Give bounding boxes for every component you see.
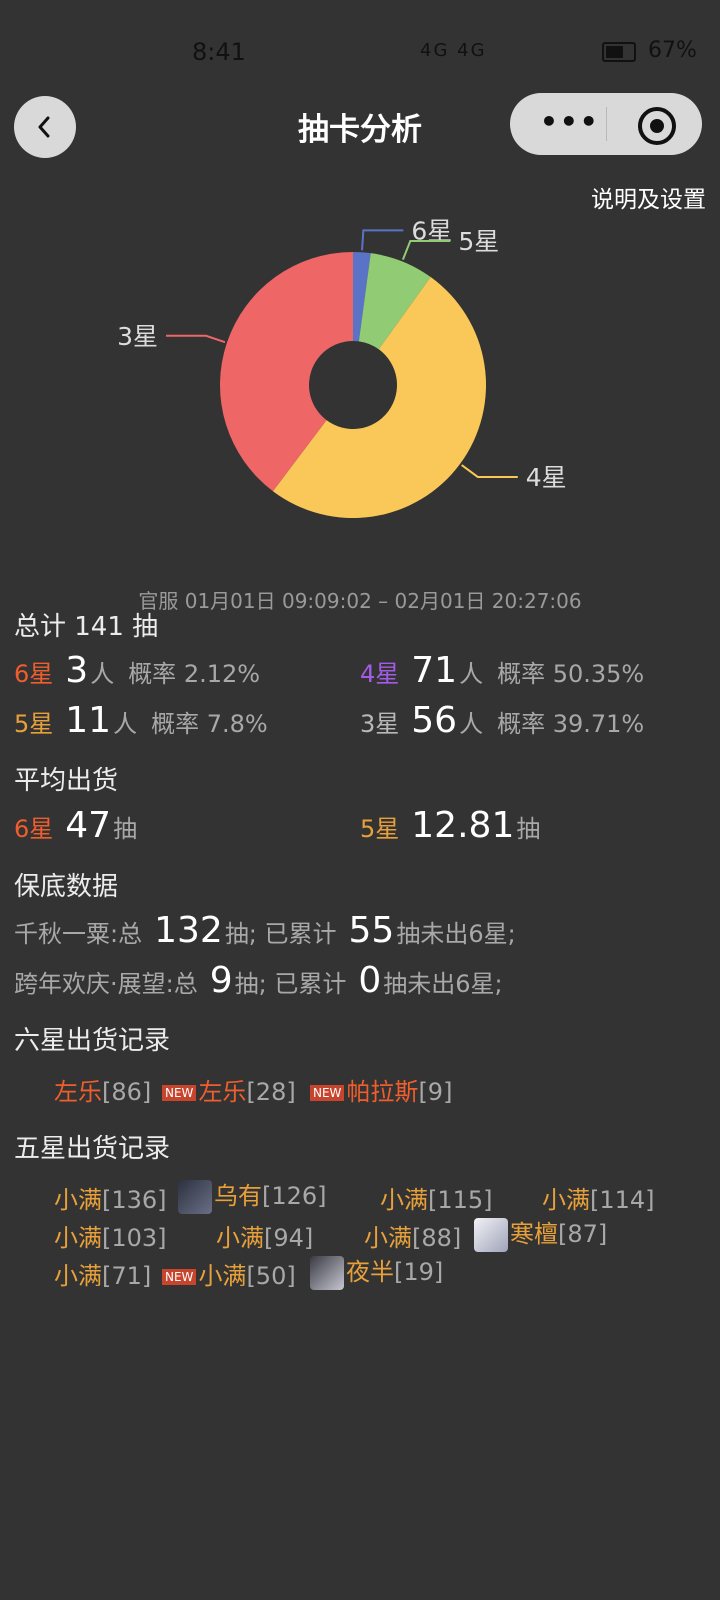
record-item: 小满[94] [216,1224,314,1252]
record-item: 小满[114] [542,1186,655,1214]
more-icon[interactable]: ••• [540,105,598,138]
status-network-icons: 4G 4G [420,40,487,61]
average-title: 平均出货 [14,766,119,796]
character-avatar [474,1218,508,1252]
record-item: NEW 小满[50] [162,1256,296,1291]
pity-row: 千秋一粟:总 132抽; 已累计 55抽未出6星; [14,910,516,951]
new-badge: NEW [310,1085,345,1101]
pie-label: 3星 [117,322,158,351]
record-item: 小满[115] [380,1186,493,1214]
six-star-record-title: 六星出货记录 [14,1026,171,1056]
character-avatar [310,1256,344,1290]
star3-summary: 3星 56人 概率 39.71% [360,700,645,741]
star5-summary: 5星 11人 概率 7.8% [14,700,268,741]
new-badge: NEW [162,1085,197,1101]
record-item: 小满[103] [54,1224,167,1252]
battery-percent: 67% [648,38,697,63]
record-item: 小满[88] [364,1224,462,1252]
status-time: 8:41 [192,38,246,66]
pity-row: 跨年欢庆·展望:总 9抽; 已累计 0抽未出6星; [14,960,503,1001]
character-avatar [178,1180,212,1214]
record-item: 小满[71] [54,1262,152,1290]
record-item: 寒檀[87] [474,1214,607,1252]
record-item: 左乐[86] [54,1078,152,1106]
status-bar: 8:41 4G 4G 67% [0,0,720,100]
pie-leader-line [461,464,518,478]
star4-summary: 4星 71人 概率 50.35% [360,650,645,691]
record-item: 小满[136] [54,1186,167,1214]
average-star5: 5星 12.81抽 [360,805,541,846]
total-pulls-title: 总计 141 抽 [14,612,159,642]
mini-program-capsule: ••• [510,93,702,155]
pie-label: 5星 [458,227,499,256]
five-star-record-title: 五星出货记录 [14,1134,171,1164]
pity-title: 保底数据 [14,872,119,902]
average-star6: 6星 47抽 [14,805,138,846]
pie-leader-line [166,334,226,344]
star6-summary: 6星 3人 概率 2.12% [14,650,261,691]
record-item: 乌有[126] [178,1176,327,1214]
battery-icon [602,42,636,62]
record-item: 夜半[19] [310,1252,443,1290]
new-badge: NEW [162,1269,197,1285]
donut-chart: 6星 5星4星3星 [117,216,567,518]
close-target-icon[interactable] [638,107,676,145]
record-item: NEW 左乐[28] [162,1072,296,1107]
record-item: NEW 帕拉斯[9] [310,1072,452,1107]
pie-label: 4星 [526,463,567,492]
pie-leader-line [361,229,404,251]
